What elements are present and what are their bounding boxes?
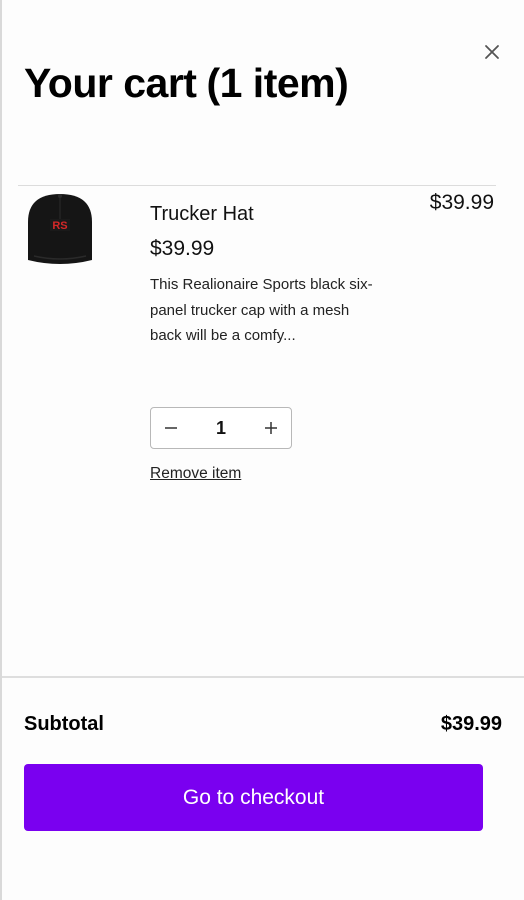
close-icon [485,45,499,59]
divider [18,185,496,186]
cart-title: Your cart (1 item) [24,60,349,107]
cart-title-text: Your cart [24,60,197,106]
quantity-stepper: 1 [150,407,292,449]
product-description: This Realionaire Sports black six-panel … [150,276,373,344]
trucker-hat-image: RS [28,194,92,264]
cart-drawer: Your cart (1 item) RS Trucker Hat $39.99 … [0,0,524,900]
decrease-quantity-button[interactable] [151,408,191,448]
hat-logo-text: RS [52,220,67,232]
increase-quantity-button[interactable] [251,408,291,448]
remove-item-link[interactable]: Remove item [150,465,241,483]
divider [2,676,524,678]
line-item-total: $39.99 [429,191,494,214]
product-unit-price: $39.99 [150,237,215,260]
product-name[interactable]: Trucker Hat [150,203,254,226]
plus-icon [265,422,277,434]
close-button[interactable] [480,40,504,64]
subtotal-value: $39.99 [440,713,502,735]
cart-item-count: (1 item) [206,60,349,106]
quantity-value[interactable]: 1 [201,418,241,439]
minus-icon [165,427,177,429]
product-image[interactable]: RS [24,190,96,270]
subtotal-label: Subtotal [24,713,104,735]
checkout-button[interactable]: Go to checkout [24,764,483,831]
